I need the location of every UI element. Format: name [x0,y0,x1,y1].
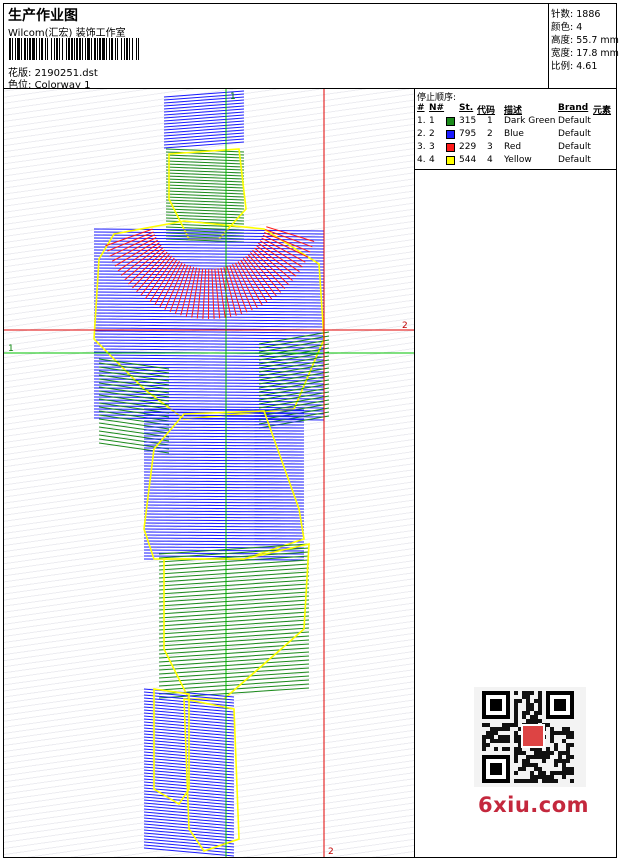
sheet-header: 生产作业图 Wilcom(汇宏) 装饰工作室 花版: 2190251.dst 色… [4,4,619,91]
color-swatch [446,156,455,165]
col-header-no: N# [429,103,445,113]
row-code: 3 [487,142,493,152]
qr-code [474,687,586,787]
row-brand: Default [558,116,591,126]
stitch-count: 针数: 1886 [551,9,601,20]
color-count: 颜色: 4 [551,22,583,33]
row-stitches: 795 [459,129,477,139]
color-swatch [446,130,455,139]
color-swatch [446,117,455,126]
row-number: 3 [429,142,435,152]
row-stitches: 229 [459,142,477,152]
red-guide-v-label: 2 [328,847,334,857]
row-description: Red [504,142,522,152]
row-index: 2. [417,129,426,139]
leg-stitches [158,543,310,699]
stop-sequence-panel: 停止顺序: # N# St. 代码 描述 Brand 元素 1. 1 315 1 Dar… [415,89,616,170]
col-header-code: 代码 [477,106,496,116]
row-stitches: 315 [459,116,477,126]
color-swatch [446,143,455,152]
row-number: 4 [429,155,435,165]
design-canvas: 1 1 2 2 [4,89,415,857]
watermark-text: 6xiu.com [478,793,590,817]
face-stitches [165,148,245,243]
col-header-element: 元素 [593,106,612,116]
row-index: 3. [417,142,426,152]
production-sheet: 生产作业图 Wilcom(汇宏) 装饰工作室 花版: 2190251.dst 色… [3,3,619,858]
green-guide-h-label: 1 [8,344,14,354]
col-header-desc: 描述 [504,106,523,116]
row-code: 4 [487,155,493,165]
row-brand: Default [558,155,591,165]
sequence-title: 停止顺序: [417,93,457,103]
green-guide-v-label: 1 [230,92,236,102]
row-number: 2 [429,129,435,139]
design-height: 高度: 55.7 mm [551,35,619,46]
design-scale: 比例: 4.61 [551,61,598,72]
row-description: Blue [504,129,524,139]
row-description: Yellow [504,155,532,165]
row-brand: Default [558,142,591,152]
col-header-st: St. [459,103,474,113]
design-svg: 1 1 2 2 [4,89,414,857]
design-width: 宽度: 17.8 mm [551,48,619,59]
row-code: 1 [487,116,493,126]
col-header-brand: Brand [558,103,589,113]
stats-panel: 针数: 1886 颜色: 4 高度: 55.7 mm 宽度: 17.8 mm 比… [548,4,619,88]
red-guide-h-label: 2 [402,321,408,331]
company-name: Wilcom(汇宏) 装饰工作室 [8,28,126,39]
row-number: 1 [429,116,435,126]
row-stitches: 544 [459,155,477,165]
row-code: 2 [487,129,493,139]
row-description: Dark Green [504,116,556,126]
row-brand: Default [558,129,591,139]
sheet-title: 生产作业图 [8,8,78,24]
row-index: 4. [417,155,426,165]
barcode [9,38,139,60]
row-index: 1. [417,116,426,126]
col-header-idx: # [417,103,425,113]
